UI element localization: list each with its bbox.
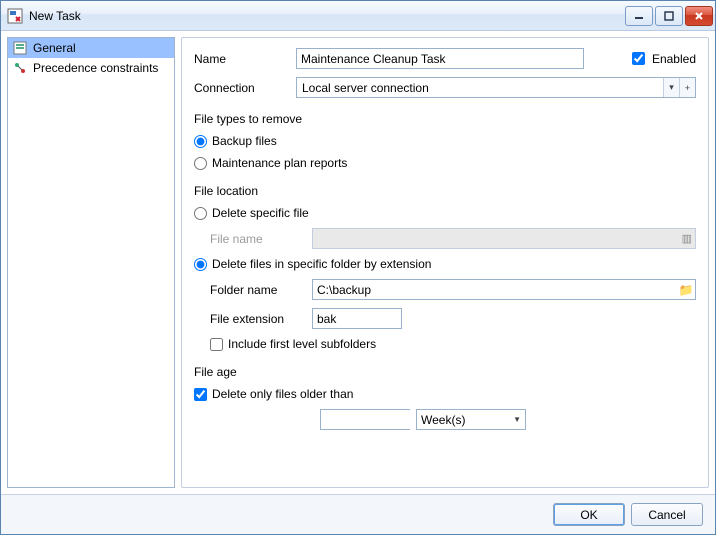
- titlebar: New Task: [1, 1, 715, 31]
- include-subfolders-checkbox[interactable]: [210, 338, 223, 351]
- app-icon: [7, 8, 23, 24]
- fileext-label: File extension: [210, 312, 304, 326]
- radio-maintenance-reports[interactable]: [194, 157, 207, 170]
- age-value-spinner[interactable]: ▲ ▼: [320, 409, 410, 430]
- dialog-footer: OK Cancel: [1, 494, 715, 534]
- location-title: File location: [194, 184, 696, 198]
- radio-reports-label: Maintenance plan reports: [212, 156, 347, 170]
- fileext-input[interactable]: [312, 308, 402, 329]
- window-title: New Task: [29, 9, 625, 23]
- sidebar-item-label: General: [33, 41, 76, 55]
- radio-backup-files[interactable]: [194, 135, 207, 148]
- age-check-label: Delete only files older than: [212, 387, 353, 401]
- sidebar-item-label: Precedence constraints: [33, 61, 158, 75]
- flow-icon: [12, 60, 28, 76]
- enabled-checkbox[interactable]: [632, 52, 645, 65]
- filename-input: ▥: [312, 228, 696, 249]
- add-connection-button[interactable]: +: [679, 78, 695, 97]
- age-unit-value: Week(s): [421, 413, 465, 427]
- sidebar: General Precedence constraints: [7, 37, 175, 488]
- include-subfolders-label: Include first level subfolders: [228, 337, 376, 351]
- form-icon: [12, 40, 28, 56]
- foldername-label: Folder name: [210, 283, 304, 297]
- radio-delete-specific[interactable]: [194, 207, 207, 220]
- foldername-input[interactable]: [313, 280, 677, 299]
- enabled-label: Enabled: [652, 52, 696, 66]
- chevron-down-icon[interactable]: ▾: [663, 78, 679, 97]
- content-panel: Name Enabled Connection Local server con…: [181, 37, 709, 488]
- maximize-button[interactable]: [655, 6, 683, 26]
- connection-value: Local server connection: [297, 78, 663, 97]
- filetypes-title: File types to remove: [194, 112, 696, 126]
- radio-folder-label: Delete files in specific folder by exten…: [212, 257, 431, 271]
- name-input[interactable]: [296, 48, 584, 69]
- age-unit-select[interactable]: Week(s) ▼: [416, 409, 526, 430]
- ok-button[interactable]: OK: [553, 503, 625, 526]
- age-title: File age: [194, 365, 696, 379]
- sidebar-item-precedence[interactable]: Precedence constraints: [8, 58, 174, 78]
- sidebar-item-general[interactable]: General: [8, 38, 174, 58]
- filename-label: File name: [210, 232, 304, 246]
- radio-backup-label: Backup files: [212, 134, 277, 148]
- cancel-button[interactable]: Cancel: [631, 503, 703, 526]
- name-label: Name: [194, 52, 288, 66]
- new-task-dialog: New Task General Precedence constraints …: [0, 0, 716, 535]
- age-checkbox[interactable]: [194, 388, 207, 401]
- radio-delete-folder[interactable]: [194, 258, 207, 271]
- close-button[interactable]: [685, 6, 713, 26]
- connection-label: Connection: [194, 81, 288, 95]
- connection-select[interactable]: Local server connection ▾ +: [296, 77, 696, 98]
- radio-specific-label: Delete specific file: [212, 206, 309, 220]
- browse-folder-icon[interactable]: 📁: [677, 283, 695, 297]
- open-file-icon: ▥: [682, 232, 692, 245]
- minimize-button[interactable]: [625, 6, 653, 26]
- chevron-down-icon: ▼: [513, 415, 521, 424]
